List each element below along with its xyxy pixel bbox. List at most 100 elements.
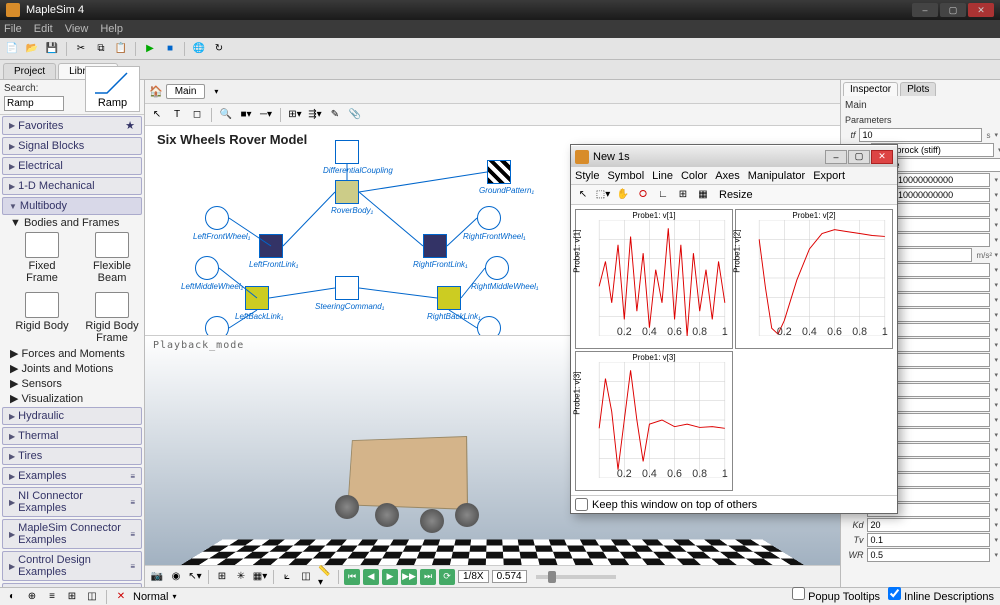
param-dropdown-icon[interactable]: ▾ (994, 251, 998, 259)
cat-thermal[interactable]: ▶Thermal (2, 427, 142, 445)
pb-prev-button[interactable]: ◀ (363, 569, 379, 585)
close-button[interactable]: ✕ (968, 3, 994, 17)
param-dropdown-icon[interactable]: ▾ (994, 326, 998, 334)
plot-pan-icon[interactable]: ✋ (615, 187, 631, 203)
menu-view[interactable]: View (65, 23, 89, 35)
pointer-icon[interactable]: ↖ (149, 107, 165, 123)
plot-gridfine-icon[interactable]: ▦ (695, 187, 711, 203)
param-dropdown-icon[interactable]: ▾ (994, 131, 998, 139)
inline-desc-check[interactable]: Inline Descriptions (888, 587, 994, 603)
pb-grid-icon[interactable]: ▦▾ (252, 569, 268, 585)
plot-menu-line[interactable]: Line (652, 170, 673, 182)
param-dropdown-icon[interactable]: ▾ (994, 176, 998, 184)
keep-on-top-checkbox[interactable] (575, 498, 588, 511)
plot-resize-label[interactable]: Resize (719, 189, 753, 201)
param-dropdown-icon[interactable]: ▾ (994, 221, 998, 229)
pb-last-button[interactable]: ⏭ (420, 569, 436, 585)
popup-tooltips-check[interactable]: Popup Tooltips (792, 587, 880, 603)
minimize-button[interactable]: – (912, 3, 938, 17)
plot-pointer-icon[interactable]: ↖ (575, 187, 591, 203)
plot-menu-axes[interactable]: Axes (715, 170, 739, 182)
pal-fixed-frame[interactable]: Fixed Frame (15, 231, 70, 285)
plot-minimize-button[interactable]: – (825, 150, 847, 164)
menu-file[interactable]: File (4, 23, 22, 35)
sb-icon4[interactable]: ⊞ (64, 589, 80, 605)
attach-icon[interactable]: 📎 (347, 107, 363, 123)
pb-cam-icon[interactable]: 📷 (149, 569, 165, 585)
param-dropdown-icon[interactable]: ▾ (994, 536, 998, 544)
pb-slider[interactable] (536, 575, 616, 579)
param-input[interactable] (867, 533, 990, 547)
menu-edit[interactable]: Edit (34, 23, 53, 35)
new-icon[interactable]: 📄 (4, 41, 20, 57)
param-dropdown-icon[interactable]: ▾ (994, 476, 998, 484)
plot-axes-icon[interactable]: ∟ (655, 187, 671, 203)
plot-v1[interactable]: Probe1: v[1] Probe1: v[1] 0.20.40.60.81 (575, 209, 733, 349)
save-icon[interactable]: 💾 (44, 41, 60, 57)
maximize-button[interactable]: ▢ (940, 3, 966, 17)
pb-xyz-icon[interactable]: ⟀ (279, 569, 295, 585)
plot-menu-symbol[interactable]: Symbol (607, 170, 644, 182)
cat-tire-ex[interactable]: ▶Tire Examples≡ (2, 583, 142, 587)
cat-signal[interactable]: ▶Signal Blocks (2, 137, 142, 155)
play-icon[interactable]: ▶ (142, 41, 158, 57)
cat-electrical[interactable]: ▶Electrical (2, 157, 142, 175)
param-dropdown-icon[interactable]: ▾ (994, 356, 998, 364)
tree-sensors[interactable]: ▶ Sensors (10, 376, 144, 391)
param-dropdown-icon[interactable]: ▾ (994, 416, 998, 424)
stop-icon[interactable]: ■ (162, 41, 178, 57)
plot-select-icon[interactable]: ⬚▾ (595, 187, 611, 203)
param-dropdown-icon[interactable]: ▾ (994, 281, 998, 289)
param-dropdown-icon[interactable]: ▾ (994, 446, 998, 454)
open-icon[interactable]: 📂 (24, 41, 40, 57)
globe-icon[interactable]: 🌐 (191, 41, 207, 57)
param-dropdown-icon[interactable]: ▾ (994, 521, 998, 529)
tab-plots[interactable]: Plots (900, 82, 936, 96)
cat-ctrl[interactable]: ▶Control Design Examples≡ (2, 551, 142, 581)
zoom-icon[interactable]: 🔍 (218, 107, 234, 123)
param-dropdown-icon[interactable]: ▾ (994, 266, 998, 274)
tree-bodies[interactable]: ▼ Bodies and Frames (10, 216, 144, 230)
param-dropdown-icon[interactable]: ▾ (994, 236, 998, 244)
cat-examples[interactable]: ▶Examples≡ (2, 467, 142, 485)
tree-joints[interactable]: ▶ Joints and Motions (10, 361, 144, 376)
pb-ruler-icon[interactable]: 📏▾ (317, 569, 333, 585)
tab-inspector[interactable]: Inspector (843, 82, 898, 96)
param-dropdown-icon[interactable]: ▾ (994, 371, 998, 379)
param-dropdown-icon[interactable]: ▾ (994, 386, 998, 394)
param-input[interactable] (867, 548, 990, 562)
cut-icon[interactable]: ✂ (73, 41, 89, 57)
text-icon[interactable]: T (169, 107, 185, 123)
plot-maximize-button[interactable]: ▢ (848, 150, 870, 164)
probe-icon[interactable]: ✎ (327, 107, 343, 123)
pb-first-button[interactable]: ⏮ (344, 569, 360, 585)
cat-ni[interactable]: ▶NI Connector Examples≡ (2, 487, 142, 517)
sb-mode[interactable]: Normal (133, 591, 168, 603)
plot-zoom-icon[interactable]: ⭘ (635, 187, 651, 203)
param-dropdown-icon[interactable]: ▾ (994, 191, 998, 199)
cat-multibody[interactable]: ▼Multibody (2, 197, 142, 215)
home-icon[interactable]: 🏠 (149, 85, 163, 98)
param-dropdown-icon[interactable]: ▾ (994, 461, 998, 469)
fillcolor-icon[interactable]: ■▾ (238, 107, 254, 123)
param-dropdown-icon[interactable]: ▾ (994, 311, 998, 319)
param-dropdown-icon[interactable]: ▾ (994, 431, 998, 439)
param-dropdown-icon[interactable]: ▾ (994, 491, 998, 499)
pb-ortho-icon[interactable]: ⊞ (214, 569, 230, 585)
pal-rigid-body-frame[interactable]: Rigid Body Frame (85, 291, 140, 345)
sb-x-icon[interactable]: ✕ (113, 589, 129, 605)
sb-icon3[interactable]: ≡ (44, 589, 60, 605)
cat-favorites[interactable]: ▶Favorites★ (2, 116, 142, 135)
param-dropdown-icon[interactable]: ▾ (994, 206, 998, 214)
cat-hydraulic[interactable]: ▶Hydraulic (2, 407, 142, 425)
tab-project[interactable]: Project (3, 63, 56, 79)
pb-fit-icon[interactable]: ◫ (298, 569, 314, 585)
plot-titlebar[interactable]: New 1s – ▢ ✕ (571, 145, 897, 167)
param-dropdown-icon[interactable]: ▾ (994, 341, 998, 349)
param-input[interactable] (859, 128, 982, 142)
tree-forces[interactable]: ▶ Forces and Moments (10, 346, 144, 361)
pal-flex-beam[interactable]: Flexible Beam (85, 231, 140, 285)
plot-menu-color[interactable]: Color (681, 170, 707, 182)
paste-icon[interactable]: 📋 (113, 41, 129, 57)
plot-v2[interactable]: Probe1: v[2] Probe1: v[2] 0.20.40.60.81 (735, 209, 893, 349)
